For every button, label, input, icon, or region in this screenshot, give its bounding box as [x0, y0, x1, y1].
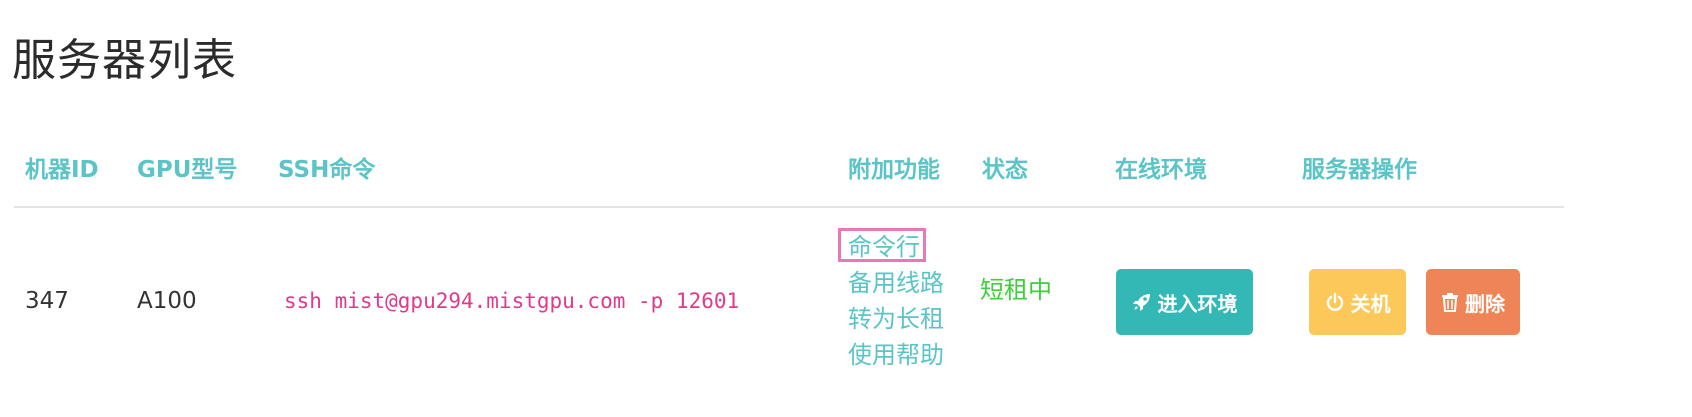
header-machine-id: 机器ID — [25, 157, 99, 183]
feature-convert-long-term-link[interactable]: 转为长租 — [848, 301, 958, 337]
status-badge: 短租中 — [980, 276, 1052, 304]
delete-button[interactable]: 删除 — [1426, 269, 1520, 335]
header-ssh-command: SSH命令 — [278, 157, 376, 183]
header-online-env: 在线环境 — [1115, 157, 1207, 183]
page-title: 服务器列表 — [12, 35, 237, 86]
shutdown-button[interactable]: 关机 — [1309, 269, 1406, 335]
feature-command-line-link[interactable]: 命令行 — [838, 228, 958, 265]
gpu-model-cell: A100 — [137, 288, 197, 314]
feature-backup-route-link[interactable]: 备用线路 — [848, 265, 958, 301]
rocket-icon — [1132, 292, 1152, 312]
shutdown-label: 关机 — [1350, 291, 1391, 316]
power-icon — [1325, 292, 1345, 312]
feature-command-line-label: 命令行 — [848, 233, 920, 261]
features-list: 命令行 备用线路 转为长租 使用帮助 — [838, 228, 958, 373]
header-status: 状态 — [982, 157, 1028, 183]
feature-help-link[interactable]: 使用帮助 — [848, 337, 958, 373]
header-divider — [14, 206, 1564, 208]
delete-label: 删除 — [1465, 291, 1505, 316]
header-gpu-model: GPU型号 — [137, 157, 238, 183]
header-features: 附加功能 — [848, 157, 940, 183]
header-server-ops: 服务器操作 — [1302, 157, 1417, 183]
machine-id-cell: 347 — [25, 288, 69, 314]
ssh-command-cell[interactable]: ssh mist@gpu294.mistgpu.com -p 12601 — [284, 289, 739, 313]
enter-env-button[interactable]: 进入环境 — [1116, 269, 1253, 335]
trash-icon — [1441, 292, 1459, 312]
table-header-row: 机器ID GPU型号 SSH命令 附加功能 状态 在线环境 服务器操作 — [0, 150, 1692, 186]
enter-env-label: 进入环境 — [1157, 291, 1238, 316]
